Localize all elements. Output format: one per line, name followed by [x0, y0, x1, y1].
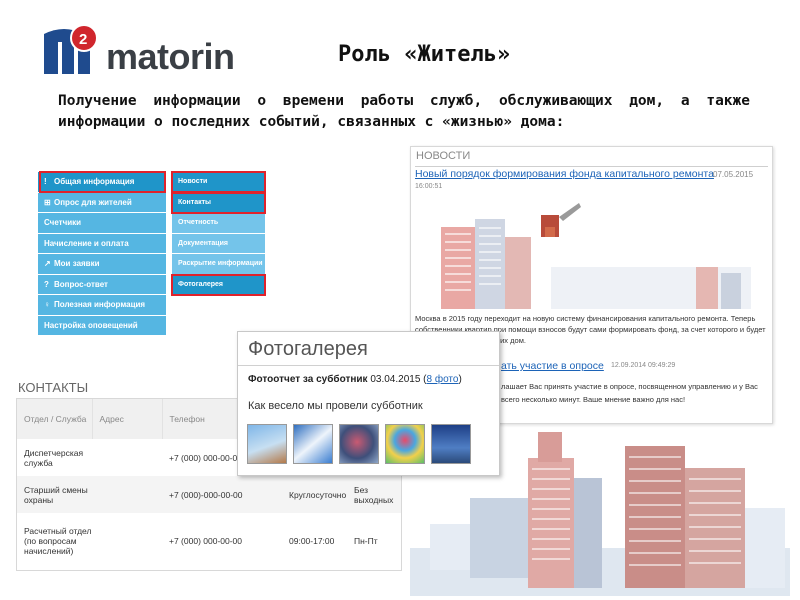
table-row: Расчетный отдел (по вопросам начислений)…	[17, 513, 401, 569]
menu-item-label: Вопрос-ответ	[54, 279, 108, 289]
menu-item-notifications[interactable]: Настройка оповещений	[38, 315, 166, 336]
column-header: Отдел / Служба	[17, 399, 93, 439]
table-cell: 09:00-17:00	[289, 536, 335, 546]
table-cell	[92, 476, 162, 513]
survey-link[interactable]: ать участие в опросе	[501, 360, 604, 372]
news-time: 16:00:51	[415, 183, 443, 190]
submenu-item-documents[interactable]: Документация	[172, 233, 265, 254]
table-cell: Без выходных	[347, 476, 401, 513]
edit-icon: ↗	[44, 259, 51, 268]
menu-highlight	[39, 171, 166, 193]
question-icon: ?	[44, 279, 49, 289]
intro-text: Получение информации о времени работы сл…	[58, 93, 750, 130]
menu-item-survey[interactable]: ⊞ Опрос для жителей	[38, 192, 166, 213]
pin-icon: ♀	[44, 300, 50, 309]
contacts-header: КОНТАКТЫ	[18, 380, 89, 395]
submenu-contacts-highlight	[171, 192, 266, 214]
table-cell	[92, 439, 162, 476]
table-cell: +7 (000) 000-00-00	[169, 536, 243, 546]
table-cell: Круглосуточно	[282, 476, 347, 513]
logo-text: matorin	[106, 36, 235, 77]
submenu-news-highlight	[171, 171, 266, 193]
menu-item-billing[interactable]: Начисление и оплата	[38, 233, 166, 254]
buildings-illustration-icon	[441, 203, 751, 309]
table-cell: Расчетный отдел (по вопросам начислений)	[24, 526, 92, 556]
photo-thumbnail[interactable]	[293, 424, 333, 464]
gallery-title: Фотогалерея	[248, 338, 368, 360]
menu-item-label: Начисление и оплата	[44, 238, 129, 248]
divider	[415, 166, 768, 167]
divider	[238, 365, 499, 366]
table-cell: Диспетчерская служба	[24, 447, 84, 468]
table-cell	[92, 513, 162, 569]
column-header: Адрес	[92, 399, 163, 439]
table-cell: Пн-Пт	[354, 536, 378, 546]
submenu-gallery-highlight	[171, 274, 266, 296]
matorin-logo: 2 matorin	[44, 24, 235, 80]
menu-item-label: Полезная информация	[54, 300, 146, 309]
table-cell: +7 (000)-000-00-00	[162, 476, 282, 513]
table-cell: Старший смены охраны	[17, 476, 92, 513]
photo-count-link[interactable]: 8 фото	[427, 374, 459, 385]
table-row: Старший смены охраны +7 (000)-000-00-00 …	[17, 476, 401, 513]
menu-item-faq[interactable]: ? Вопрос-ответ	[38, 274, 166, 295]
menu-item-meters[interactable]: Счетчики	[38, 213, 166, 234]
news-link[interactable]: Новый порядок формирования фонда капитал…	[415, 168, 714, 180]
photo-thumbnail[interactable]	[247, 424, 287, 464]
photo-thumbnail[interactable]	[339, 424, 379, 464]
menu-item-label: Опрос для жителей	[54, 197, 132, 207]
survey-body: лашает Вас принять участие в опросе, пос…	[501, 382, 758, 404]
logo-mark-icon: 2	[44, 24, 98, 74]
buildings-illustration-icon	[410, 432, 790, 596]
menu-item-label: Мои заявки	[54, 259, 100, 268]
submenu-item-reports[interactable]: Отчетность	[172, 213, 265, 234]
menu-item-label: Счетчики	[44, 218, 82, 227]
gallery-description: Как весело мы провели субботник	[248, 400, 423, 412]
gallery-report-date: 03.04.2015	[370, 374, 421, 385]
menu-item-label: Настройка оповещений	[44, 320, 138, 330]
sidebar-menu: ! Общая информация ⊞ Опрос для жителей Сче…	[38, 172, 166, 336]
news-date: 07.05.2015	[713, 170, 754, 179]
survey-date: 12.09.2014 09:49:29	[611, 362, 676, 369]
gallery-report-title: Фотоотчет за субботник	[248, 374, 368, 385]
survey-icon: ⊞	[44, 197, 51, 207]
slide-title: Роль «Житель»	[338, 42, 511, 67]
gallery-report-line: Фотоотчет за субботник 03.04.2015 (8 фот…	[248, 374, 462, 385]
menu-item-my-requests[interactable]: ↗ Мои заявки	[38, 254, 166, 275]
submenu-item-disclosure[interactable]: Раскрытие информации	[172, 254, 265, 275]
news-header: НОВОСТИ	[416, 150, 471, 162]
menu-item-useful-info[interactable]: ♀ Полезная информация	[38, 295, 166, 316]
svg-text:2: 2	[79, 31, 87, 48]
